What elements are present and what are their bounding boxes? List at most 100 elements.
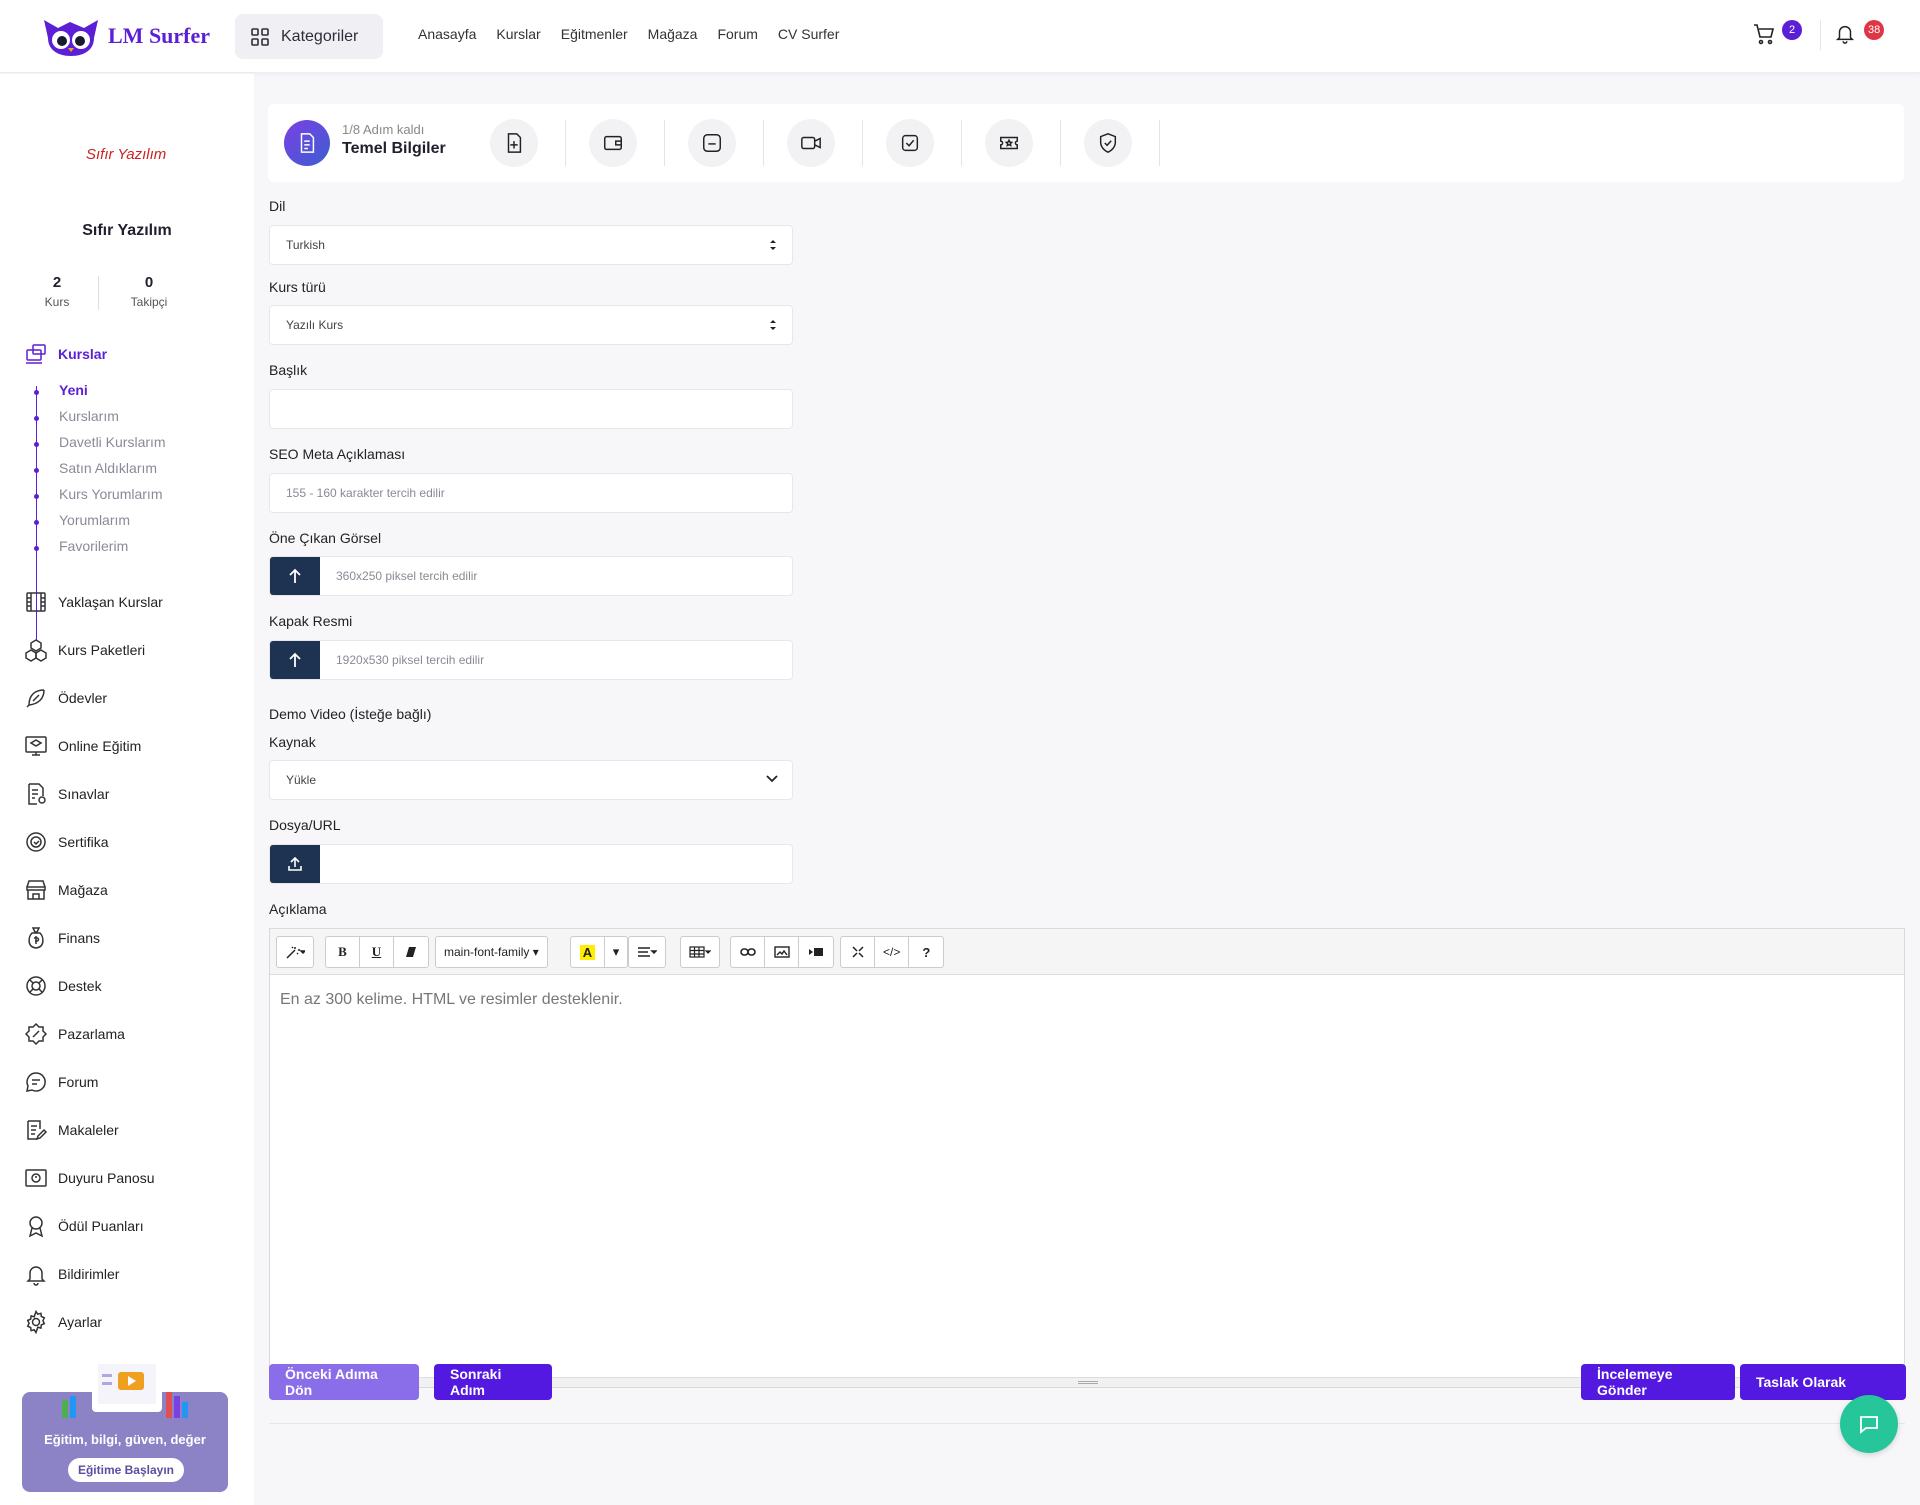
previous-step-button[interactable]: Önceki Adıma Dön (269, 1364, 419, 1400)
title-label: Başlık (269, 362, 308, 378)
sidebar-item-upcoming-courses[interactable]: Yaklaşan Kurslar (24, 590, 163, 614)
step-divider (1159, 120, 1160, 166)
step-video[interactable] (787, 119, 835, 167)
sidebar-item-store[interactable]: Mağaza (24, 878, 108, 902)
step-ticket[interactable] (985, 119, 1033, 167)
send-for-review-button[interactable]: İncelemeye Gönder (1581, 1364, 1735, 1400)
language-select[interactable]: Turkish (269, 225, 793, 265)
file-upload-button[interactable] (270, 845, 320, 883)
help-button[interactable]: ? (909, 937, 943, 967)
step-folder[interactable] (688, 119, 736, 167)
video-embed-button[interactable] (799, 937, 833, 967)
nav-cv-surfer[interactable]: CV Surfer (778, 26, 839, 42)
sidebar-item-course-bundles[interactable]: Kurs Paketleri (24, 638, 145, 662)
underline-button[interactable]: U (360, 937, 394, 967)
submenu-new[interactable]: Yeni (59, 382, 88, 398)
source-select[interactable]: Yükle (269, 760, 793, 800)
marketing-icon (24, 1022, 48, 1046)
nav-forum[interactable]: Forum (717, 26, 757, 42)
cover-image-input[interactable]: 1920x530 piksel tercih edilir (269, 640, 793, 680)
magic-wand-button[interactable] (277, 937, 313, 967)
submenu-my-courses[interactable]: Kurslarım (59, 408, 119, 424)
editor-placeholder[interactable]: En az 300 kelime. HTML ve resimler deste… (280, 991, 623, 1009)
sidebar-item-label: Kurslar (58, 346, 108, 362)
image-button[interactable] (765, 937, 799, 967)
cover-upload-button[interactable] (270, 641, 320, 679)
description-label: Açıklama (269, 901, 327, 917)
sidebar-item-forum[interactable]: Forum (24, 1070, 98, 1094)
certificate-icon (26, 832, 46, 852)
step-divider (763, 120, 764, 166)
sidebar-item-notifications[interactable]: Bildirimler (24, 1262, 119, 1286)
brand-name: Sıfır Yazılım (82, 222, 172, 239)
sidebar-item-label: Ödül Puanları (58, 1218, 144, 1234)
code-view-button[interactable]: </> (875, 937, 910, 967)
course-type-select[interactable]: Yazılı Kurs (269, 305, 793, 345)
sidebar-item-label: Duyuru Panosu (58, 1170, 155, 1186)
sidebar-item-finance[interactable]: Finans (24, 926, 100, 950)
step-wallet[interactable] (589, 119, 637, 167)
seo-description-input[interactable]: 155 - 160 karakter tercih edilir (269, 473, 793, 513)
nav-courses[interactable]: Kurslar (496, 26, 540, 42)
link-button[interactable] (731, 937, 765, 967)
chat-bubble-icon (26, 1072, 46, 1092)
nav-instructors[interactable]: Eğitmenler (561, 26, 628, 42)
language-value: Turkish (286, 238, 325, 252)
sidebar-item-settings[interactable]: Ayarlar (24, 1310, 102, 1334)
owl-logo-icon (44, 20, 98, 56)
sidebar-item-support[interactable]: Destek (24, 974, 102, 998)
thumbnail-upload-button[interactable] (270, 557, 320, 595)
sidebar-item-rewards[interactable]: Ödül Puanları (24, 1214, 144, 1238)
nav-store[interactable]: Mağaza (648, 26, 698, 42)
file-url-input[interactable] (269, 844, 793, 884)
sidebar-item-label: Forum (58, 1074, 99, 1090)
sidebar-item-courses[interactable]: Kurslar (24, 342, 107, 366)
sidebar-item-assignments[interactable]: Ödevler (24, 686, 107, 710)
chat-support-button[interactable] (1840, 1395, 1898, 1453)
top-bar: LM Surfer Kategoriler Anasayfa Kurslar E… (0, 0, 1920, 73)
sidebar-item-label: Makaleler (58, 1122, 119, 1138)
paragraph-align-button[interactable] (629, 937, 665, 967)
submenu-invited-courses[interactable]: Davetli Kurslarım (59, 434, 166, 450)
title-input[interactable] (269, 389, 793, 429)
step-checklist[interactable] (886, 119, 934, 167)
clear-format-button[interactable] (394, 937, 428, 967)
film-icon (26, 592, 46, 612)
submenu-favorites[interactable]: Favorilerim (59, 538, 128, 554)
course-type-value: Yazılı Kurs (286, 318, 344, 332)
sidebar-item-marketing[interactable]: Pazarlama (24, 1022, 125, 1046)
step-shield[interactable] (1084, 119, 1132, 167)
nav-home[interactable]: Anasayfa (418, 26, 476, 42)
submenu-my-comments[interactable]: Yorumlarım (59, 512, 130, 528)
table-button[interactable] (681, 937, 719, 967)
cover-placeholder: 1920x530 piksel tercih edilir (336, 653, 485, 667)
sidebar-item-announcements[interactable]: Duyuru Panosu (24, 1166, 155, 1190)
stat-label: Kurs (44, 295, 70, 309)
sidebar-item-label: Kurs Paketleri (58, 642, 146, 658)
feather-icon (26, 689, 45, 708)
sidebar-item-certificate[interactable]: Sertifika (24, 830, 109, 854)
promo-start-button[interactable]: Eğitime Başlayın (68, 1458, 184, 1482)
categories-button[interactable]: Kategoriler (235, 14, 383, 59)
submenu-purchases[interactable]: Satın Aldıklarım (59, 460, 157, 476)
text-color-button[interactable]: A (571, 937, 605, 967)
font-family-dropdown[interactable]: main-font-family ▾ (436, 937, 547, 967)
submenu-dot (34, 390, 39, 395)
sidebar-item-articles[interactable]: Makaleler (24, 1118, 119, 1142)
color-dropdown-button[interactable]: ▾ (605, 937, 627, 967)
bold-button[interactable]: B (326, 937, 360, 967)
save-draft-button[interactable]: Taslak Olarak (1740, 1364, 1906, 1400)
fullscreen-button[interactable] (841, 937, 875, 967)
stat-divider (98, 276, 99, 310)
next-step-button[interactable]: Sonraki Adım (434, 1364, 552, 1400)
sidebar-item-online-training[interactable]: Online Eğitim (24, 734, 141, 758)
thumbnail-input[interactable]: 360x250 piksel tercih edilir (269, 556, 793, 596)
notifications-button[interactable]: 38 (1834, 20, 1885, 49)
source-value: Yükle (286, 773, 317, 787)
document-icon (300, 133, 315, 153)
sidebar-item-exams[interactable]: Sınavlar (24, 782, 109, 806)
step-file-plus[interactable] (490, 119, 538, 167)
cart-button[interactable]: 2 (1752, 20, 1802, 51)
submenu-course-reviews[interactable]: Kurs Yorumlarım (59, 486, 162, 502)
logo[interactable]: LM Surfer (40, 16, 210, 56)
